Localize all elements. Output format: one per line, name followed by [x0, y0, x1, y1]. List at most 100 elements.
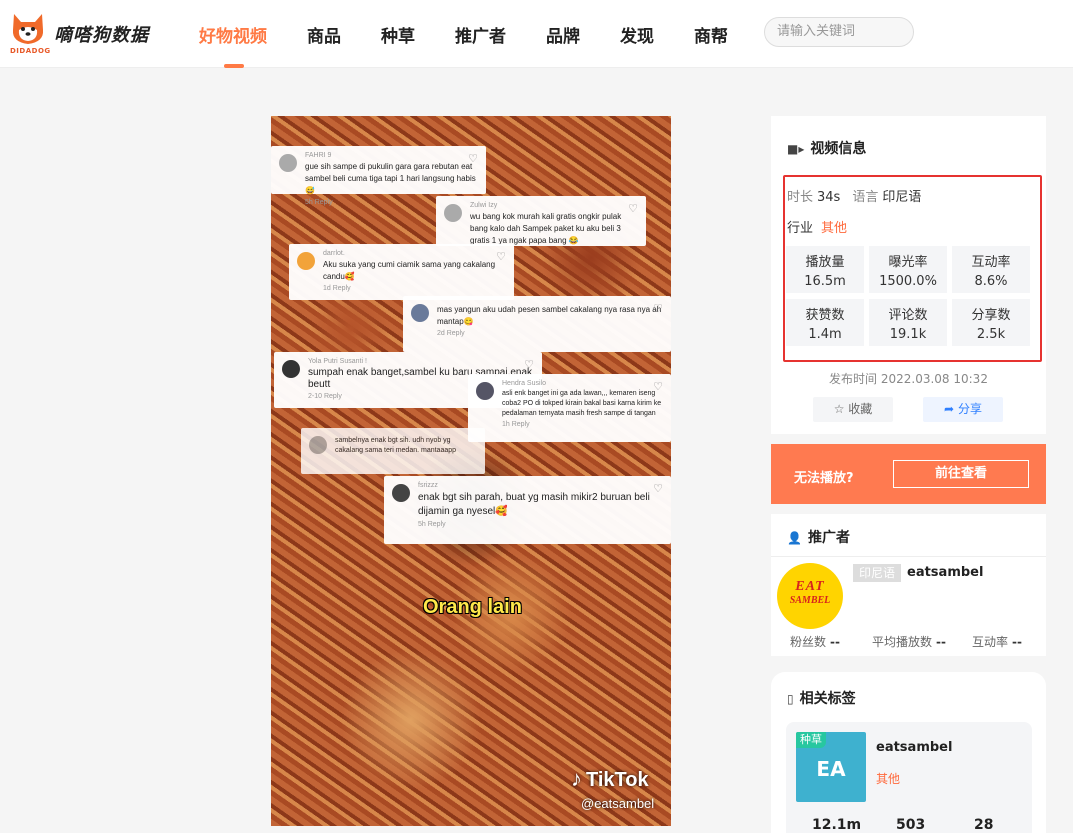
language-value: 印尼语: [882, 190, 922, 205]
promoter-avatar[interactable]: EAT SAMBEL: [777, 563, 843, 629]
heart-icon: ♡: [468, 153, 478, 165]
commenter-avatar: [297, 252, 315, 270]
fans-label: 粉丝数: [790, 635, 827, 649]
share-label: 分享: [957, 402, 982, 416]
stat-label: 播放量: [805, 255, 845, 270]
video-comment: Hendra Susilo asli enk banget ini ga ada…: [468, 374, 671, 442]
comment-author: Hendra Susilo: [502, 380, 546, 387]
industry-label: 行业: [787, 221, 814, 236]
nav-item-promoters[interactable]: 推广者: [455, 22, 506, 47]
comment-meta: 5h Reply: [418, 521, 446, 528]
nav-item-products[interactable]: 商品: [307, 22, 341, 47]
promoter-name[interactable]: eatsambel: [907, 565, 983, 580]
seeding-badge: 种草: [796, 732, 826, 748]
rate-value: --: [1012, 635, 1022, 649]
brand-name: 嘀嗒狗数据: [54, 25, 149, 46]
tag-stat: 12.1m: [812, 817, 862, 833]
share-button[interactable]: ➦ 分享: [923, 397, 1003, 422]
favorite-button[interactable]: ☆ 收藏: [813, 397, 893, 422]
language-tag: 印尼语: [853, 564, 902, 582]
bookmark-icon: ▯: [787, 692, 794, 706]
duration-language-row: 时长 34s 语言 印尼语: [787, 186, 933, 205]
stat-label: 评论数: [888, 308, 928, 323]
logo[interactable]: 嘀嗒狗数据 DIDADOG: [10, 12, 150, 56]
stat-value: 2.5k: [976, 327, 1006, 342]
heart-icon: ♡: [653, 303, 663, 315]
comment-author: darrlot.: [323, 250, 345, 257]
stat-exposure: 曝光率 1500.0%: [869, 246, 947, 293]
comment-meta: 1h Reply: [502, 421, 530, 428]
video-comment: darrlot. Aku suka yang cumi ciamik sama …: [289, 244, 514, 300]
stat-label: 互动率: [971, 255, 1011, 270]
nav-active-indicator: [224, 64, 244, 68]
comment-meta: 2d Reply: [437, 330, 465, 337]
tag-name: eatsambel: [876, 740, 953, 755]
commenter-avatar: [476, 382, 494, 400]
nav-item-discover[interactable]: 发现: [620, 22, 654, 47]
brand-sub: DIDADOG: [10, 47, 51, 55]
industry-row: 行业 其他: [787, 217, 847, 236]
tag-thumbnail-text: EA: [816, 757, 846, 781]
nav-item-videos[interactable]: 好物视频: [199, 22, 267, 47]
tag-item[interactable]: 种草 EA eatsambel 其他 12.1m 503 28: [786, 722, 1032, 833]
heart-icon: ♡: [628, 203, 638, 215]
avatar-logo-text: EAT: [795, 579, 825, 594]
nav-item-brands[interactable]: 品牌: [546, 22, 580, 47]
tag-thumbnail: 种草 EA: [796, 732, 866, 802]
avatar-logo-text: SAMBEL: [789, 595, 831, 606]
cannot-play-banner: 无法播放? 前往查看: [771, 444, 1046, 504]
tiktok-watermark: ♪ TikTok @eatsambel: [571, 766, 654, 811]
comment-meta: 1d Reply: [323, 285, 351, 292]
cannot-play-text: 无法播放?: [794, 471, 854, 486]
star-icon: ☆: [833, 402, 845, 416]
comment-text: Aku suka yang cumi ciamik sama yang caka…: [323, 260, 496, 281]
comment-text: wu bang kok murah kali gratis ongkir pul…: [470, 212, 622, 245]
commenter-avatar: [279, 154, 297, 172]
divider: [771, 556, 1046, 557]
heart-icon: ♡: [653, 483, 663, 495]
nav-item-seeding[interactable]: 种草: [381, 22, 415, 47]
stat-value: 1.4m: [808, 327, 842, 342]
comment-author: Yola Putri Susanti !: [308, 358, 367, 365]
person-icon: 👤: [787, 531, 802, 545]
search-input[interactable]: 请输入关键词: [764, 17, 914, 47]
heart-icon: ♡: [653, 381, 663, 393]
related-tags-title: ▯ 相关标签: [787, 688, 856, 708]
stat-engagement: 互动率 8.6%: [952, 246, 1030, 293]
language-label: 语言: [852, 190, 879, 205]
publish-time: 发布时间 2022.03.08 10:32: [829, 372, 988, 386]
stat-label: 分享数: [971, 308, 1011, 323]
video-caption: Orang lain: [423, 596, 522, 618]
tiktok-note-icon: ♪: [571, 766, 582, 791]
goto-view-button[interactable]: 前往查看: [893, 460, 1029, 488]
stat-comments: 评论数 19.1k: [869, 299, 947, 346]
comment-text: gue sih sampe di pukulin gara gara rebut…: [305, 162, 476, 195]
video-player[interactable]: FAHRI 9 gue sih sampe di pukulin gara ga…: [271, 116, 671, 826]
dog-logo-icon: [12, 14, 44, 44]
tiktok-handle: @eatsambel: [581, 796, 655, 811]
commenter-avatar: [309, 436, 327, 454]
industry-value: 其他: [821, 221, 848, 236]
video-info-card: ■▸ 视频信息 时长 34s 语言 印尼语 行业 其他 播放量 16.5m 曝光率 1500.…: [771, 116, 1046, 434]
duration-label: 时长: [787, 190, 814, 205]
avg-plays: 平均播放数 --: [872, 633, 946, 650]
video-comment: Zulwi Izy wu bang kok murah kali gratis …: [436, 196, 646, 246]
heart-icon: ♡: [524, 359, 534, 371]
comment-author: FAHRI 9: [305, 152, 332, 159]
comment-text: sambelnya enak bgt sih. udh nyob yg caka…: [335, 437, 457, 454]
video-comment: mas yangun aku udah pesen sambel cakalan…: [403, 296, 671, 352]
nav-item-business[interactable]: 商帮: [694, 22, 728, 47]
video-comment: FAHRI 9 gue sih sampe di pukulin gara ga…: [271, 146, 486, 206]
video-camera-icon: ■▸: [787, 142, 805, 156]
related-tags-card: ▯ 相关标签 种草 EA eatsambel 其他 12.1m 503 28: [771, 672, 1046, 833]
video-comment: fsrizzz enak bgt sih parah, buat yg masi…: [384, 476, 671, 544]
avg-label: 平均播放数: [872, 635, 933, 649]
tag-stat: 28: [974, 817, 994, 833]
engagement-rate: 互动率 --: [972, 633, 1022, 650]
promoter-card: 👤 推广者 EAT SAMBEL 印尼语 eatsambel 粉丝数 -- 平均播放…: [771, 514, 1046, 656]
stat-plays: 播放量 16.5m: [786, 246, 864, 293]
stat-value: 1500.0%: [879, 274, 937, 289]
commenter-avatar: [282, 360, 300, 378]
tag-stat: 503: [896, 817, 926, 833]
stat-shares: 分享数 2.5k: [952, 299, 1030, 346]
